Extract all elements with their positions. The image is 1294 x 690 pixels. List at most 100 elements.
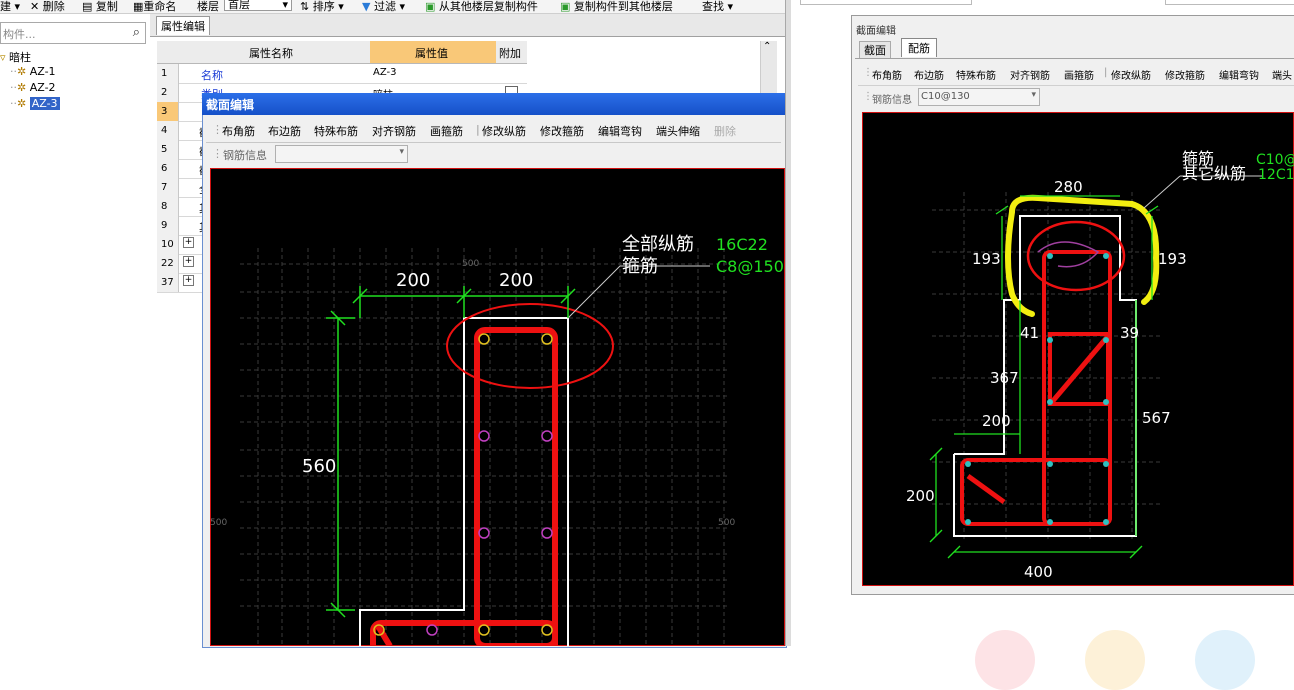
rebar-dot[interactable]	[1047, 337, 1053, 343]
rebar-dot[interactable]	[965, 461, 971, 467]
chevron-down-icon: ▾	[282, 0, 288, 11]
right-pane-top-field[interactable]	[800, 0, 972, 5]
expand-icon[interactable]: +	[183, 256, 194, 267]
filter-button[interactable]: ▼ 过滤 ▾	[362, 0, 405, 13]
tool-special-bar[interactable]: 特殊布筋	[314, 123, 358, 139]
section-canvas-left[interactable]: 500 500 500 全部纵筋 箍筋 16C22 C8@150 200 200…	[210, 168, 785, 646]
component-search-box[interactable]: 构件... ⌕	[0, 22, 146, 44]
tool-delete[interactable]: 删除	[714, 123, 736, 139]
rebar-dot[interactable]	[965, 519, 971, 525]
tool-draw-stirrup-2[interactable]: 画箍筋	[1064, 67, 1094, 82]
floor-select[interactable]: 首层 ▾	[224, 0, 292, 11]
new-button[interactable]: 建 ▾	[0, 0, 20, 13]
share-chat-icon[interactable]	[1195, 630, 1255, 690]
col-extra-header: 附加	[499, 47, 521, 60]
copy-to-floor-button[interactable]: ▣ 复制构件到其他楼层	[560, 0, 673, 13]
label-stirrup: 箍筋	[622, 256, 658, 277]
rename-icon: ▦	[133, 0, 144, 13]
tool-edit-long-bar-2[interactable]: 修改纵筋	[1111, 67, 1151, 82]
copy-button[interactable]: ▤ 复制	[82, 0, 118, 13]
tool-edit-hook[interactable]: 编辑弯钩	[598, 123, 642, 139]
expand-icon[interactable]: +	[183, 237, 194, 248]
col-value-header: 属性值	[415, 47, 448, 60]
section-canvas-right[interactable]: 箍筋 其它纵筋 C10@ 12C1 280 193 193 41 39 367 …	[862, 112, 1294, 586]
right-pane-top-field-2[interactable]	[1165, 0, 1294, 5]
tool-corner-bar-2[interactable]: 布角筋	[872, 67, 902, 82]
tree-root-label: 暗柱	[9, 51, 32, 64]
tool-side-bar-2[interactable]: 布边筋	[914, 67, 944, 82]
dialog-toolbar-2: ⋮ 布角筋 布边筋 特殊布筋 对齐钢筋 画箍筋 | 修改纵筋 修改箍筋 编辑弯钩…	[858, 63, 1294, 86]
property-tabbar: 属性编辑	[150, 14, 785, 37]
tool-special-bar-2[interactable]: 特殊布筋	[956, 67, 996, 82]
label-long-bars-value: 16C22	[716, 235, 768, 254]
tree-item-az3[interactable]: ··✲ AZ-3	[10, 97, 60, 110]
dialog-tabbar-2: 截面 配筋	[855, 38, 1294, 59]
tool-side-bar[interactable]: 布边筋	[268, 123, 301, 139]
copy-from-floor-button[interactable]: ▣ 从其他楼层复制构件	[425, 0, 538, 13]
tool-edit-hook-2[interactable]: 编辑弯钩	[1219, 67, 1259, 82]
rebar-dot[interactable]	[1103, 399, 1109, 405]
tree-item-az1[interactable]: ··✲ AZ-1	[10, 65, 56, 78]
tool-edit-stirrup[interactable]: 修改箍筋	[540, 123, 584, 139]
component-icon: ✲	[17, 65, 27, 78]
dim-280: 280	[1054, 178, 1083, 196]
tree-item-az2[interactable]: ··✲ AZ-2	[10, 81, 56, 94]
dim-41: 41	[1020, 324, 1039, 342]
tool-align-bar[interactable]: 对齐钢筋	[372, 123, 416, 139]
tab-reinforcement[interactable]: 配筋	[901, 38, 937, 57]
dialog-titlebar[interactable]: 截面编辑	[202, 93, 785, 115]
scroll-up-icon[interactable]: ⌃	[763, 41, 771, 52]
rebar-dot[interactable]	[1047, 519, 1053, 525]
tool-corner-bar[interactable]: 布角筋	[222, 123, 255, 139]
chevron-down-icon: ▾	[399, 147, 404, 157]
dim-height: 560	[302, 456, 336, 477]
rebar-dot[interactable]	[1047, 399, 1053, 405]
tab-section[interactable]: 截面	[859, 41, 891, 58]
tool-draw-stirrup[interactable]: 画箍筋	[430, 123, 463, 139]
tool-end-stretch[interactable]: 端头伸缩	[656, 123, 700, 139]
rebar-dot[interactable]	[1047, 253, 1053, 259]
delete-icon: ✕	[30, 0, 40, 13]
tool-edit-long-bar[interactable]: 修改纵筋	[482, 123, 526, 139]
sort-button[interactable]: ⇅ 排序 ▾	[300, 0, 344, 13]
share-like-icon[interactable]	[1085, 630, 1145, 690]
dim-567: 567	[1142, 409, 1171, 427]
tool-align-bar-2[interactable]: 对齐钢筋	[1010, 67, 1050, 82]
search-icon[interactable]: ⌕	[133, 25, 140, 40]
rebar-dot[interactable]	[1103, 253, 1109, 259]
grid-label-top: 500	[462, 259, 479, 269]
grid-label-right: 500	[718, 518, 735, 528]
search-input[interactable]: 构件...	[3, 26, 36, 42]
dim-193-right: 193	[1158, 250, 1187, 268]
dialog-title-2: 截面编辑	[856, 26, 896, 37]
rebar-info-label-2: 钢筋信息	[872, 95, 912, 106]
tab-property-edit[interactable]: 属性编辑	[156, 16, 210, 35]
share-weibo-icon[interactable]	[975, 630, 1035, 690]
dialog-title: 截面编辑	[206, 98, 255, 112]
dim-367: 367	[990, 369, 1019, 387]
tool-end-2[interactable]: 端头	[1272, 67, 1292, 82]
dim-width-2: 200	[499, 270, 533, 291]
filter-icon: ▼	[362, 0, 371, 13]
dim-193-left: 193	[972, 250, 1001, 268]
find-button[interactable]: 查找 ▾	[702, 0, 733, 13]
tool-edit-stirrup-2[interactable]: 修改箍筋	[1165, 67, 1205, 82]
sort-icon: ⇅	[300, 0, 310, 13]
tree-root-item[interactable]: ▿ 暗柱	[0, 49, 31, 65]
rebar-dot[interactable]	[1047, 461, 1053, 467]
rebar-info-select-2[interactable]: C10@130 ▾	[918, 88, 1040, 106]
rebar-info-select[interactable]: ▾	[275, 145, 408, 163]
rebar-dot[interactable]	[1103, 337, 1109, 343]
rebar-dot[interactable]	[1103, 461, 1109, 467]
delete-button[interactable]: ✕ 删除	[30, 0, 65, 13]
rename-button[interactable]: ▦重命名	[133, 0, 176, 13]
rebar-dot[interactable]	[1103, 519, 1109, 525]
dim-200-top: 200	[982, 412, 1011, 430]
copy-icon: ▤	[82, 0, 93, 13]
folder-icon: ▿	[0, 51, 6, 64]
floor-label: 楼层	[197, 0, 219, 13]
expand-icon[interactable]: +	[183, 275, 194, 286]
table-row[interactable]: 1 名称 AZ-3	[157, 64, 527, 84]
property-scrollbar[interactable]: ⌃	[760, 41, 777, 101]
component-icon: ✲	[17, 97, 27, 110]
